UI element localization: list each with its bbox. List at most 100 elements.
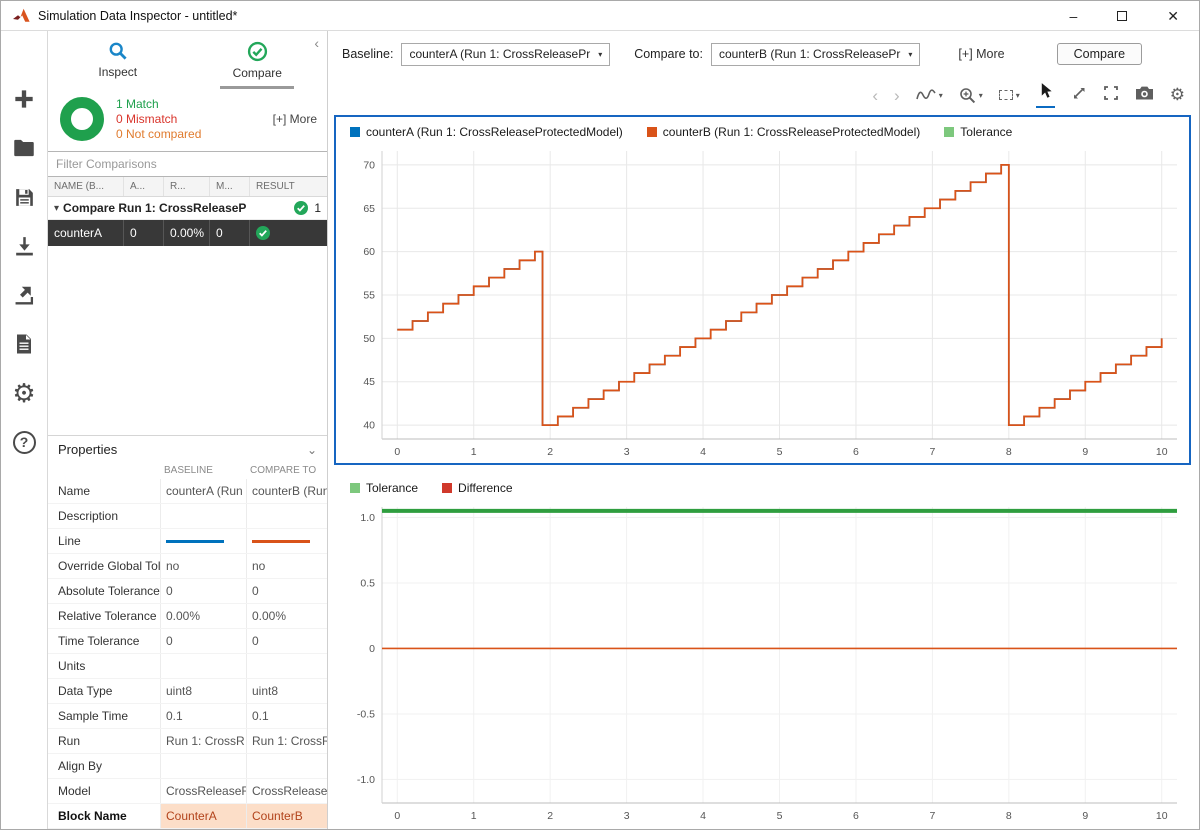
property-row-name[interactable]: NamecounterA (RuncounterB (Run bbox=[48, 479, 327, 504]
property-row-description[interactable]: Description bbox=[48, 504, 327, 529]
col-name[interactable]: NAME (B... bbox=[48, 177, 124, 196]
chevron-down-icon[interactable]: ⌄ bbox=[307, 443, 317, 457]
property-row-block-name[interactable]: Block NameCounterACounterB bbox=[48, 804, 327, 829]
sidebar-collapse-icon[interactable]: ‹ bbox=[314, 35, 319, 51]
comparison-row-selected[interactable]: counterA 0 0.00% 0 bbox=[48, 220, 327, 246]
x-tick-label: 1 bbox=[471, 810, 477, 822]
tab-compare[interactable]: Compare bbox=[188, 31, 328, 89]
compare-value: uint8 bbox=[246, 679, 327, 703]
snapshot-button[interactable] bbox=[1135, 85, 1154, 105]
property-row-units[interactable]: Units bbox=[48, 654, 327, 679]
zoom-region-tool-button[interactable]: ▾ bbox=[999, 90, 1020, 100]
left-toolbar: ⚙ ? bbox=[1, 31, 48, 829]
property-row-override-global-tole[interactable]: Override Global Tolenono bbox=[48, 554, 327, 579]
x-tick-label: 4 bbox=[700, 446, 706, 458]
legend-item-difference: Difference bbox=[442, 481, 512, 495]
baseline-value: uint8 bbox=[160, 679, 246, 703]
summary-more-link[interactable]: [+] More bbox=[273, 112, 317, 126]
x-tick-label: 5 bbox=[777, 810, 783, 822]
baseline-value: no bbox=[160, 554, 246, 578]
compare-button[interactable]: Compare bbox=[1057, 43, 1142, 65]
pointer-tool-button[interactable] bbox=[1036, 82, 1055, 108]
compare-value: CounterB bbox=[246, 804, 327, 828]
col-result[interactable]: RESULT bbox=[250, 177, 327, 196]
property-label: Override Global Tole bbox=[48, 559, 160, 573]
tab-inspect[interactable]: Inspect bbox=[48, 31, 188, 89]
save-button[interactable] bbox=[8, 181, 40, 213]
property-label: Description bbox=[48, 509, 160, 523]
x-tick-label: 0 bbox=[394, 446, 400, 458]
zoom-tool-button[interactable]: ▾ bbox=[959, 87, 983, 104]
difference-chart[interactable]: ToleranceDifference 012345678910-1.0-0.5… bbox=[334, 471, 1191, 829]
legend-swatch bbox=[350, 127, 360, 137]
folder-icon bbox=[11, 135, 37, 161]
difference-plot-svg[interactable]: 012345678910-1.0-0.500.51.0 bbox=[336, 499, 1189, 827]
minimize-button[interactable]: – bbox=[1069, 9, 1077, 23]
add-data-button[interactable] bbox=[8, 83, 40, 115]
fit-to-view-button[interactable] bbox=[1071, 85, 1087, 106]
baseline-value bbox=[160, 529, 246, 553]
import-button[interactable] bbox=[8, 230, 40, 262]
property-row-data-type[interactable]: Data Typeuint8uint8 bbox=[48, 679, 327, 704]
comparison-group-row[interactable]: ▾ Compare Run 1: CrossReleaseP 1 bbox=[48, 197, 327, 220]
expand-caret-icon[interactable]: ▾ bbox=[54, 203, 59, 214]
col-abs[interactable]: A... bbox=[124, 177, 164, 196]
y-tick-label: 65 bbox=[363, 203, 375, 215]
signals-chart[interactable]: counterA (Run 1: CrossReleaseProtectedMo… bbox=[334, 115, 1191, 465]
properties-header[interactable]: Properties ⌄ bbox=[48, 436, 327, 463]
baseline-label: Baseline: bbox=[342, 47, 393, 61]
property-row-absolute-tolerance[interactable]: Absolute Tolerance00 bbox=[48, 579, 327, 604]
x-tick-label: 8 bbox=[1006, 446, 1012, 458]
signals-plot-area[interactable]: 01234567891040455055606570 bbox=[336, 143, 1189, 463]
x-tick-label: 8 bbox=[1006, 810, 1012, 822]
property-row-relative-tolerance[interactable]: Relative Tolerance0.00%0.00% bbox=[48, 604, 327, 629]
cursor-arrow-icon bbox=[1039, 82, 1052, 99]
chart-toolbar: ‹ › ▾ ▾ bbox=[328, 77, 1199, 113]
import-icon bbox=[12, 234, 37, 259]
export-button[interactable] bbox=[8, 279, 40, 311]
compare-controls-bar: Baseline: counterA (Run 1: CrossReleaseP… bbox=[328, 31, 1199, 77]
property-row-sample-time[interactable]: Sample Time0.10.1 bbox=[48, 704, 327, 729]
preferences-button[interactable]: ⚙ bbox=[8, 377, 40, 409]
fullscreen-button[interactable] bbox=[1103, 85, 1119, 106]
baseline-value: 0.00% bbox=[160, 604, 246, 628]
sidebar-tabbar: Inspect Compare ‹ bbox=[48, 31, 327, 89]
open-button[interactable] bbox=[8, 132, 40, 164]
inspect-search-icon bbox=[108, 41, 128, 61]
y-tick-label: 55 bbox=[363, 290, 375, 302]
property-row-align-by[interactable]: Align By bbox=[48, 754, 327, 779]
compareto-col-header: COMPARE TO bbox=[246, 463, 327, 479]
col-rel[interactable]: R... bbox=[164, 177, 210, 196]
compare-value: counterB (Run bbox=[246, 479, 327, 503]
compare-to-dropdown[interactable]: counterB (Run 1: CrossReleasePr ▾ bbox=[711, 43, 920, 66]
properties-column-headers: BASELINE COMPARE TO bbox=[48, 463, 327, 479]
help-button[interactable]: ? bbox=[8, 426, 40, 458]
create-report-button[interactable] bbox=[8, 328, 40, 360]
col-max[interactable]: M... bbox=[210, 177, 250, 196]
baseline-dropdown[interactable]: counterA (Run 1: CrossReleasePr ▾ bbox=[401, 43, 610, 66]
maximize-button[interactable] bbox=[1117, 9, 1127, 23]
property-row-model[interactable]: ModelCrossReleaseFCrossReleaseF bbox=[48, 779, 327, 804]
simulation-data-inspector-window: Simulation Data Inspector - untitled* – … bbox=[0, 0, 1200, 830]
property-row-time-tolerance[interactable]: Time Tolerance00 bbox=[48, 629, 327, 654]
summary-lines: 1 Match 0 Mismatch 0 Not compared bbox=[116, 97, 201, 142]
more-options-link[interactable]: [+] More bbox=[958, 47, 1004, 61]
next-view-button[interactable]: › bbox=[894, 87, 900, 104]
close-button[interactable]: ✕ bbox=[1167, 9, 1179, 23]
previous-view-button[interactable]: ‹ bbox=[872, 87, 878, 104]
chevron-down-icon: ▾ bbox=[1016, 91, 1020, 100]
signal-trace-tool-button[interactable]: ▾ bbox=[916, 88, 943, 102]
summary-donut bbox=[60, 97, 104, 141]
difference-plot-area[interactable]: 012345678910-1.0-0.500.51.0 bbox=[336, 499, 1189, 827]
signals-plot-svg[interactable]: 01234567891040455055606570 bbox=[336, 143, 1189, 463]
signals-chart-legend: counterA (Run 1: CrossReleaseProtectedMo… bbox=[336, 117, 1189, 143]
properties-title: Properties bbox=[58, 442, 117, 457]
property-row-run[interactable]: RunRun 1: CrossRRun 1: CrossR bbox=[48, 729, 327, 754]
y-tick-label: 1.0 bbox=[360, 512, 375, 524]
baseline-value: counterA (Run bbox=[160, 479, 246, 503]
filter-comparisons-input[interactable] bbox=[48, 151, 327, 177]
property-row-line[interactable]: Line bbox=[48, 529, 327, 554]
report-icon bbox=[12, 332, 36, 356]
chevron-down-icon: ▾ bbox=[939, 91, 943, 100]
chart-settings-button[interactable]: ⚙ bbox=[1170, 86, 1185, 105]
